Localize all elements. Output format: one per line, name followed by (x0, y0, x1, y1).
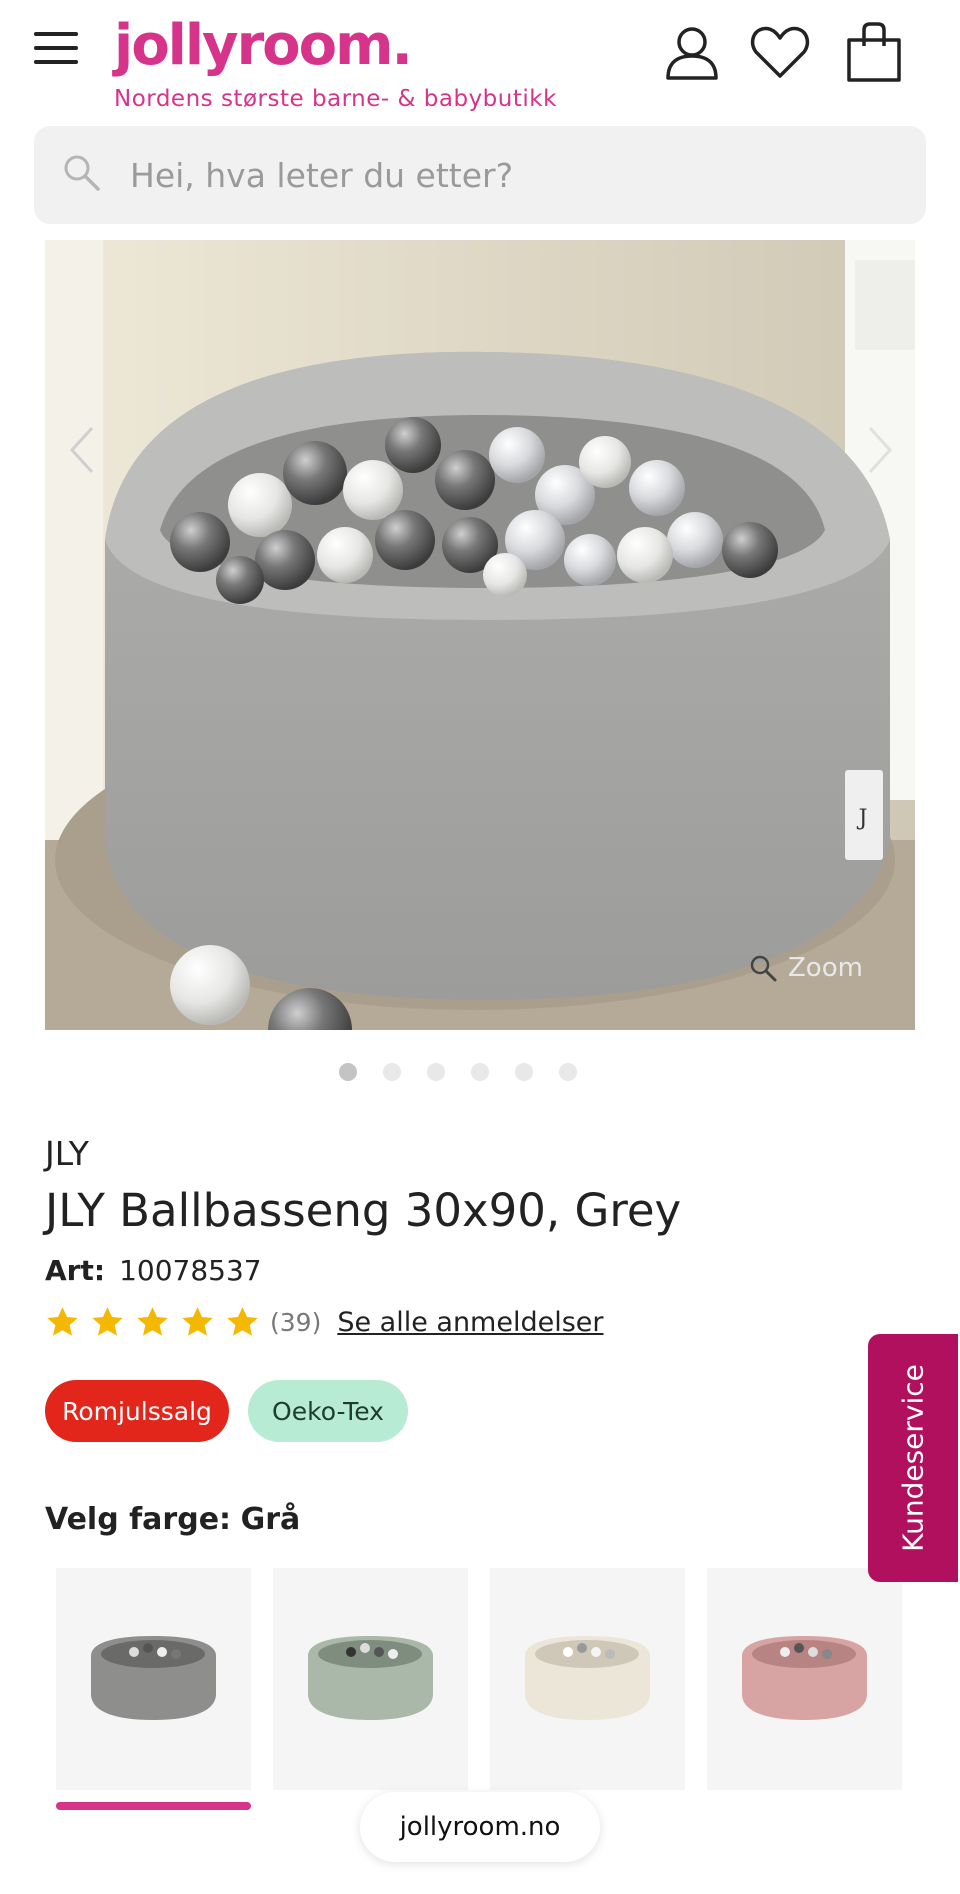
star-icon (92, 1306, 123, 1336)
article-number: Art: 10078537 (45, 1254, 262, 1287)
color-selected-value: Grå (240, 1502, 301, 1537)
gallery-dot[interactable] (559, 1063, 577, 1081)
oeko-tex-badge: Oeko-Tex (248, 1380, 408, 1442)
rating: (39) Se alle anmeldelser (45, 1300, 604, 1344)
color-swatch-cream[interactable] (490, 1568, 685, 1790)
heart-icon[interactable] (748, 20, 812, 84)
all-reviews-link[interactable]: Se alle anmeldelser (337, 1307, 603, 1338)
customer-service-tab[interactable]: Kundeservice (868, 1334, 958, 1582)
browser-url-bar[interactable]: jollyroom.no (360, 1792, 600, 1862)
search-placeholder: Hei, hva leter du etter? (130, 156, 514, 195)
color-swatch-green[interactable] (273, 1568, 468, 1790)
account-icon[interactable] (660, 20, 724, 84)
browser-url: jollyroom.no (399, 1812, 561, 1842)
zoom-button[interactable]: Zoom (748, 948, 863, 988)
color-heading: Velg farge: Grå (45, 1502, 300, 1537)
review-count: (39) (270, 1307, 322, 1337)
search-icon (64, 155, 100, 191)
sale-badge: Romjulssalg (45, 1380, 229, 1442)
tagline: Nordens største barne- & babybutikk (114, 86, 557, 112)
product-brand[interactable]: JLY (45, 1134, 89, 1173)
gallery-dot[interactable] (515, 1063, 533, 1081)
zoom-label: Zoom (788, 953, 863, 983)
article-value: 10078537 (119, 1254, 262, 1287)
zoom-icon (750, 955, 777, 982)
svg-text:J: J (857, 806, 868, 831)
gallery-dot[interactable] (427, 1063, 445, 1081)
star-icon (182, 1306, 213, 1336)
search-input[interactable]: Hei, hva leter du etter? (34, 126, 926, 224)
selected-swatch-indicator (56, 1802, 251, 1810)
gallery-dot[interactable] (383, 1063, 401, 1081)
star-icon (227, 1306, 258, 1336)
article-label: Art: (45, 1254, 106, 1287)
logo[interactable]: jollyroom. (114, 6, 413, 86)
product-page: jollyroom. Nordens største barne- & baby… (0, 0, 960, 1894)
chevron-left-icon[interactable] (62, 420, 102, 480)
product-image[interactable]: J (45, 240, 915, 1030)
gallery-dot[interactable] (471, 1063, 489, 1081)
menu-icon[interactable] (34, 30, 80, 66)
star-icon (47, 1306, 78, 1336)
product-title: JLY Ballbasseng 30x90, Grey (45, 1184, 682, 1237)
color-label: Velg farge: (45, 1502, 232, 1537)
shopping-bag-icon[interactable] (842, 20, 906, 84)
chevron-right-icon[interactable] (860, 420, 900, 480)
rating-stars (45, 1305, 260, 1340)
star-icon (137, 1306, 168, 1336)
gallery-dot[interactable] (339, 1063, 357, 1081)
customer-service-label: Kundeservice (896, 1364, 930, 1552)
color-swatch-grey[interactable] (56, 1568, 251, 1790)
color-swatch-pink[interactable] (707, 1568, 902, 1790)
gallery-pagination (0, 1063, 938, 1081)
